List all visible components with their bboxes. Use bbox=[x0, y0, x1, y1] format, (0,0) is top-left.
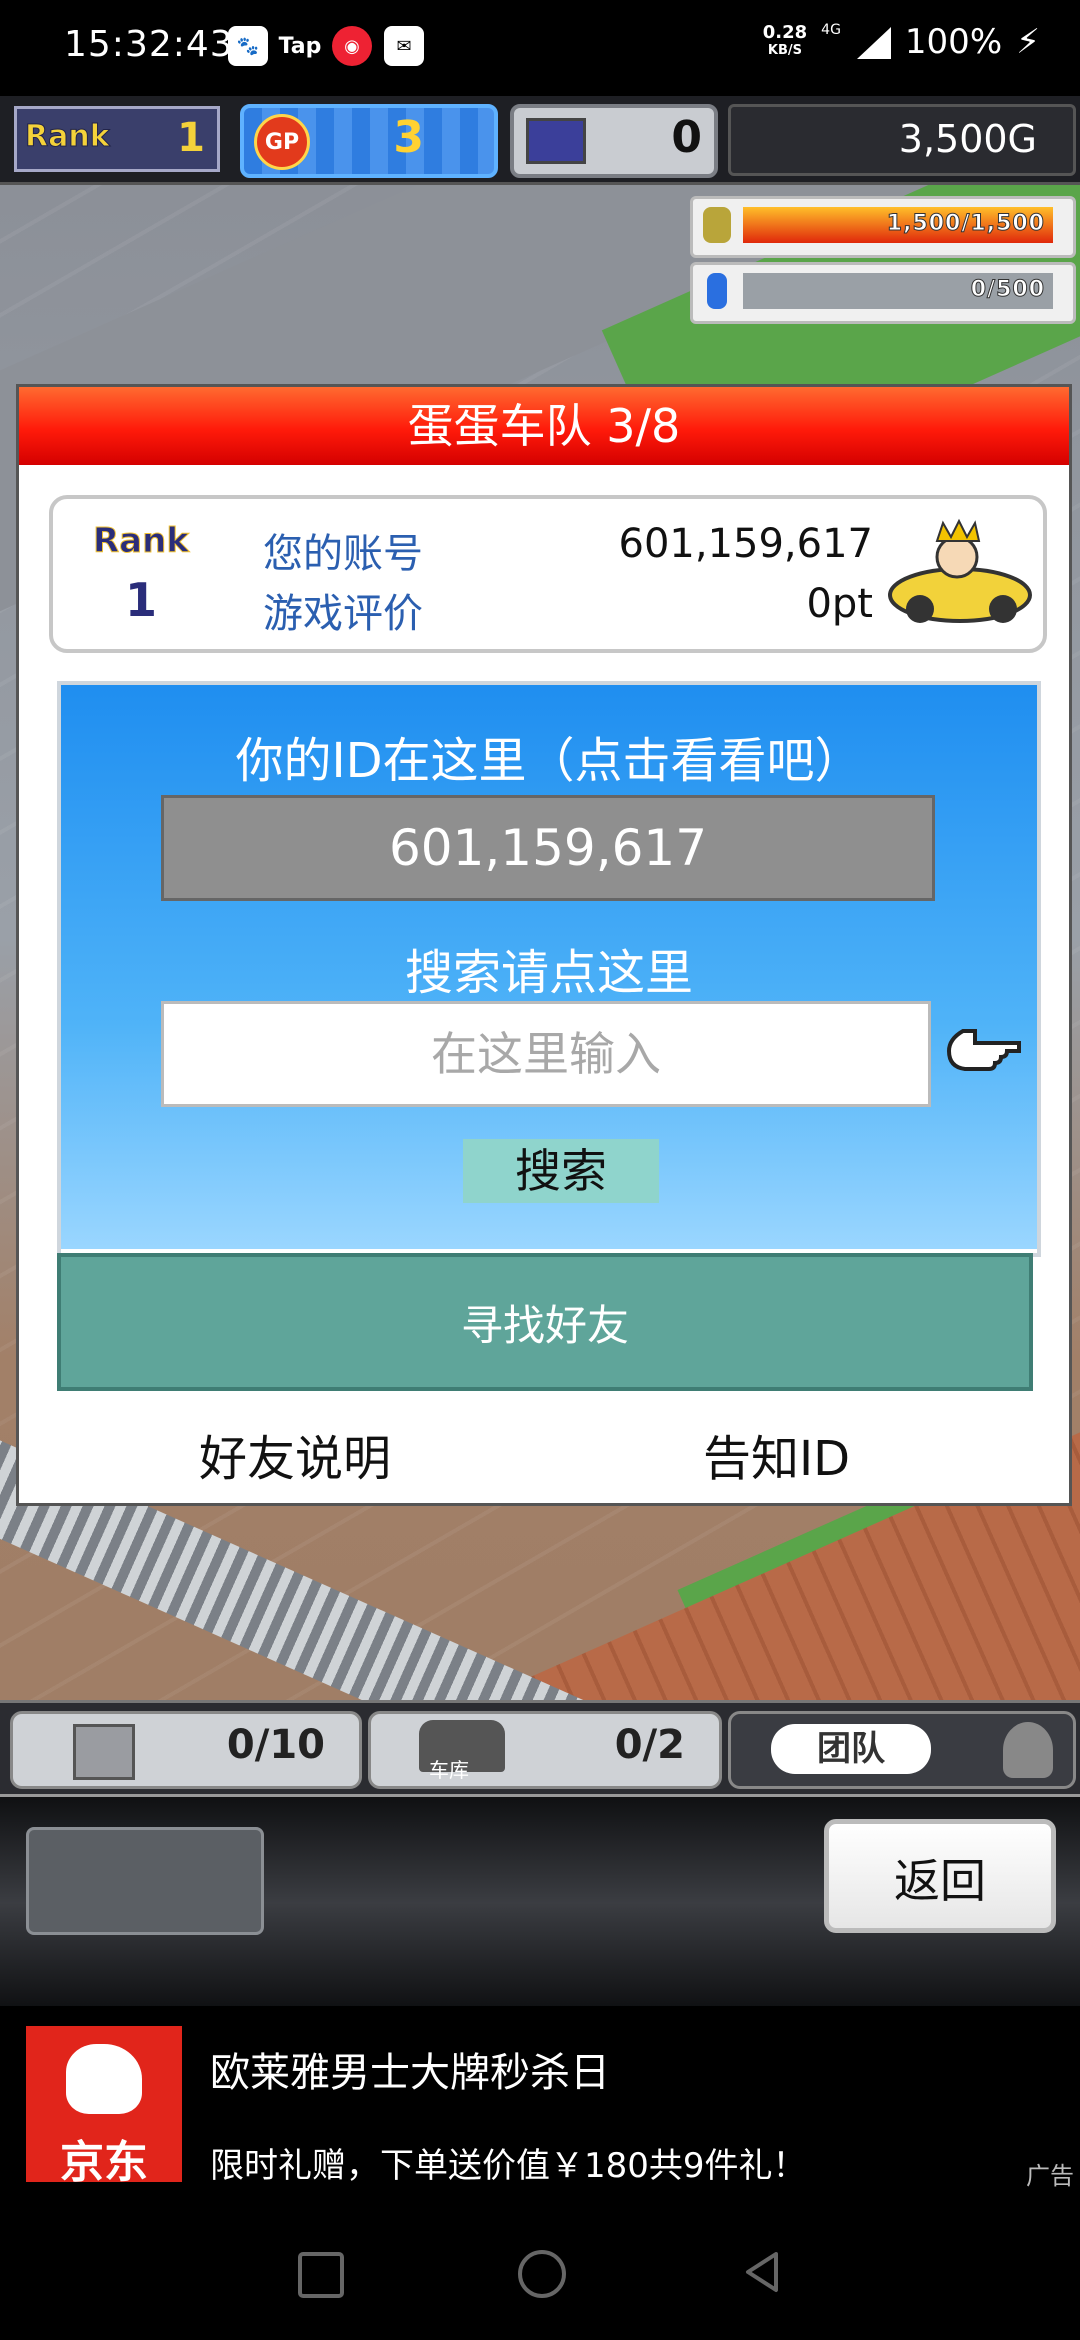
account-card: Rank 1 您的账号 游戏评价 601,159,617 0pt bbox=[49, 495, 1047, 653]
garage-menu-item[interactable]: 车库 0/2 bbox=[368, 1711, 722, 1789]
gp-icon: GP bbox=[254, 114, 310, 170]
bottle-track: 0/500 bbox=[743, 273, 1053, 309]
ad-tag: 广告 bbox=[1026, 2162, 1074, 2190]
mail-icon: ✉ bbox=[384, 26, 424, 66]
garage-count: 0/2 bbox=[614, 1722, 685, 1768]
my-id-field[interactable]: 601,159,617 bbox=[161, 795, 935, 901]
computer-icon bbox=[526, 118, 586, 164]
fuel-text: 1,500/1,500 bbox=[886, 211, 1045, 237]
rating-value: 0pt bbox=[806, 581, 873, 627]
status-app-icons: 🐾 Tap ◉ ✉ bbox=[228, 26, 424, 66]
rank-value: 1 bbox=[177, 115, 205, 161]
tap-icon: Tap bbox=[278, 33, 322, 59]
status-time: 15:32:43 bbox=[64, 24, 234, 65]
charging-icon: ⚡ bbox=[1016, 22, 1040, 62]
box-count: 0/10 bbox=[226, 1722, 325, 1768]
top-hud: Rank 1 GP 3 0 3,500G bbox=[0, 96, 1080, 185]
rank-value: 1 bbox=[125, 573, 158, 627]
ad-subtitle: 限时礼赠，下单送价值￥180共9件礼！ bbox=[210, 2146, 807, 2186]
gold-display: 3,500G bbox=[728, 104, 1076, 176]
network-speed: 0.28 KB/S bbox=[762, 22, 808, 59]
gp-display[interactable]: GP 3 bbox=[240, 104, 498, 178]
ad-brand: 京东 bbox=[60, 2137, 148, 2188]
king-car-icon bbox=[888, 518, 1032, 623]
navigation-bar: 返回 bbox=[0, 1794, 1080, 2012]
fuel-track: 1,500/1,500 bbox=[743, 207, 1053, 243]
empty-slot bbox=[26, 1827, 264, 1935]
bottle-text: 0/500 bbox=[970, 277, 1045, 303]
bottle-bar: 0/500 bbox=[690, 262, 1076, 324]
rating-label: 游戏评价 bbox=[263, 591, 423, 637]
system-nav-bar bbox=[0, 2200, 1080, 2340]
signal-icon bbox=[855, 25, 891, 59]
team-label: 团队 bbox=[771, 1724, 931, 1774]
ad-title: 欧莱雅男士大牌秒杀日 bbox=[210, 2050, 610, 2096]
dialog-title: 蛋蛋车队 3/8 bbox=[19, 387, 1069, 465]
crate-icon bbox=[73, 1724, 135, 1780]
team-dialog: 蛋蛋车队 3/8 Rank 1 您的账号 游戏评价 601,159,617 0p… bbox=[16, 384, 1072, 1506]
game-menu-bar: 0/10 车库 0/2 团队 bbox=[0, 1700, 1080, 1795]
tell-id-button[interactable]: 告知ID bbox=[703, 1419, 850, 1489]
id-search-panel-bg: 你的ID在这里（点击看看吧） 601,159,617 搜索请点这里 在这里输入 … bbox=[61, 685, 1037, 1249]
status-right: 0.28 KB/S 4G 100% ⚡ bbox=[763, 22, 1040, 62]
network-type: 4G bbox=[821, 22, 841, 38]
gp-value: 3 bbox=[393, 112, 424, 163]
fuel-bar: 1,500/1,500 bbox=[690, 196, 1076, 258]
id-prompt: 你的ID在这里（点击看看吧） bbox=[235, 733, 863, 789]
computer-value: 0 bbox=[671, 112, 702, 163]
computer-display[interactable]: 0 bbox=[510, 104, 718, 178]
account-value: 601,159,617 bbox=[618, 521, 873, 567]
find-friends-button[interactable]: 寻找好友 bbox=[57, 1253, 1033, 1391]
baidu-icon: 🐾 bbox=[228, 26, 268, 66]
coin-stack-icon bbox=[703, 207, 731, 243]
pointing-hand-icon bbox=[946, 1029, 1021, 1071]
account-label: 您的账号 bbox=[263, 531, 423, 577]
home-button[interactable] bbox=[518, 2250, 566, 2298]
back-nav-button[interactable] bbox=[742, 2250, 782, 2294]
battery-level: 100% bbox=[904, 22, 1003, 62]
id-search-panel: 你的ID在这里（点击看看吧） 601,159,617 搜索请点这里 在这里输入 … bbox=[57, 681, 1041, 1257]
search-input[interactable]: 在这里输入 bbox=[161, 1001, 931, 1107]
netease-music-icon: ◉ bbox=[332, 26, 372, 66]
rank-label: Rank bbox=[25, 119, 111, 155]
character-face-icon bbox=[1003, 1722, 1053, 1778]
jd-logo: 京东 bbox=[26, 2026, 182, 2188]
rank-display: Rank 1 bbox=[14, 106, 220, 172]
gold-value: 3,500G bbox=[898, 117, 1037, 161]
jd-dog-icon bbox=[66, 2044, 142, 2114]
friend-help-button[interactable]: 好友说明 bbox=[199, 1419, 391, 1489]
status-bar: 15:32:43 🐾 Tap ◉ ✉ 0.28 KB/S 4G 100% ⚡ bbox=[0, 0, 1080, 96]
search-prompt: 搜索请点这里 bbox=[404, 945, 693, 1001]
team-menu-item[interactable]: 团队 bbox=[728, 1711, 1076, 1789]
back-button[interactable]: 返回 bbox=[824, 1819, 1056, 1933]
search-button[interactable]: 搜索 bbox=[463, 1139, 659, 1203]
ad-banner[interactable]: 京东 欧莱雅男士大牌秒杀日 限时礼赠，下单送价值￥180共9件礼！ 广告 bbox=[0, 2006, 1080, 2200]
box-menu-item[interactable]: 0/10 bbox=[10, 1711, 362, 1789]
rank-label: Rank bbox=[93, 521, 190, 562]
bottle-icon bbox=[707, 273, 727, 309]
recents-button[interactable] bbox=[298, 2252, 344, 2298]
garage-label: 车库 bbox=[429, 1758, 469, 1782]
